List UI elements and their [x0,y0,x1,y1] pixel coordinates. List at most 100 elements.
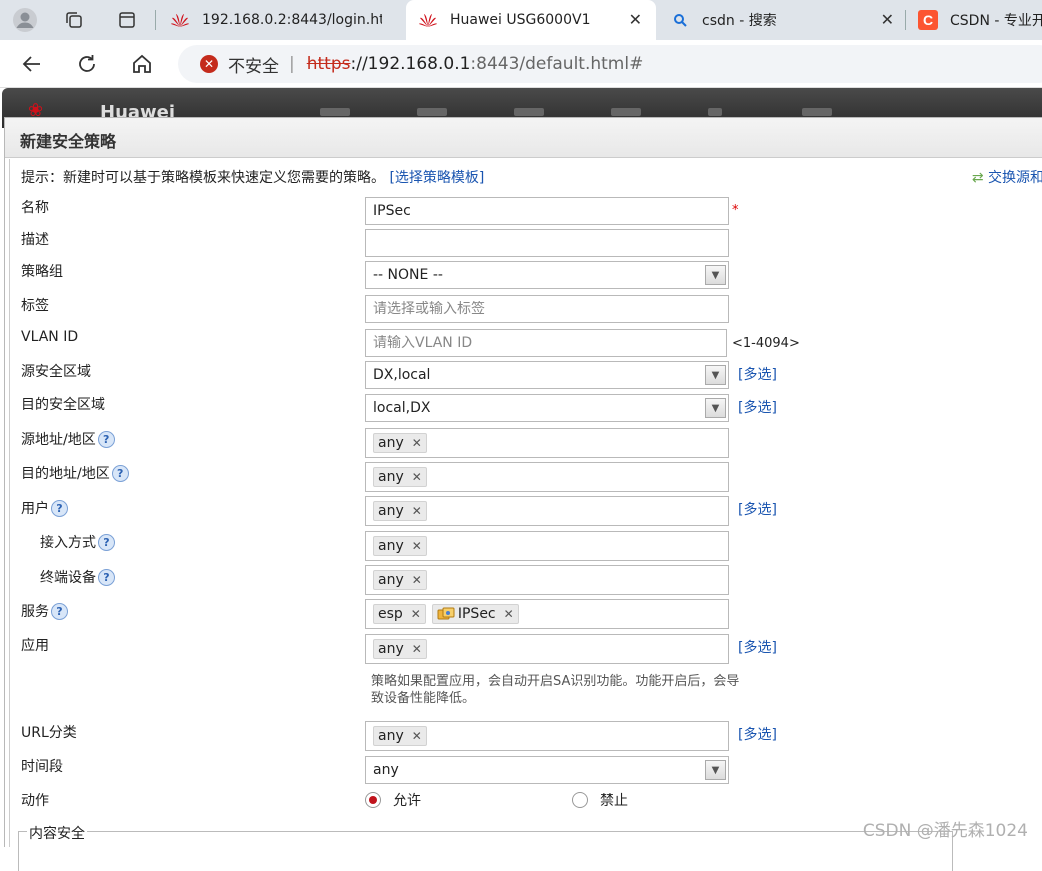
tag-text: any [378,728,404,744]
refresh-icon[interactable] [73,50,101,78]
access-mode-field[interactable]: any ✕ [365,531,729,561]
chevron-down-icon[interactable]: ▼ [705,365,726,385]
user-field[interactable]: any✕ [365,496,729,526]
description-input[interactable] [373,235,728,251]
remove-icon[interactable]: ✕ [412,436,422,450]
description-field[interactable] [365,229,729,257]
application-multi-link[interactable]: [多选] [738,637,777,657]
nav-icon[interactable] [611,108,641,116]
huawei-icon [170,10,190,30]
vlan-range: <1-4094> [732,336,800,351]
tag-chip: any ✕ [373,433,427,453]
help-icon[interactable]: ? [98,534,115,551]
nav-icon[interactable] [708,108,722,116]
remove-icon[interactable]: ✕ [411,607,421,621]
dst-zone-value: local,DX [373,400,430,416]
url-host: ://192.168.0.1 [351,54,471,74]
security-label[interactable]: 不安全 [228,52,279,77]
help-icon[interactable]: ? [51,603,68,620]
home-icon[interactable] [128,50,156,78]
src-addr-label-text: 源地址/地区 [21,429,96,449]
remove-icon[interactable]: ✕ [412,573,422,587]
not-secure-icon[interactable]: ✕ [200,55,218,73]
url-category-multi-link[interactable]: [多选] [738,724,777,744]
help-icon[interactable]: ? [51,500,68,517]
tag-text: any [378,538,404,554]
remove-icon[interactable]: ✕ [412,729,422,743]
action-deny-radio[interactable]: 禁止 [572,790,628,810]
workspaces-icon[interactable] [60,6,88,34]
tag-input[interactable] [373,301,728,317]
time-range-value: any [373,762,399,778]
src-addr-label: 源地址/地区 ? [21,429,115,449]
help-icon[interactable]: ? [98,431,115,448]
radio-label: 允许 [393,790,421,810]
dst-zone-multi-link[interactable]: [多选] [738,397,777,417]
terminal-field[interactable]: any✕ [365,565,729,595]
nav-icon[interactable] [802,108,832,116]
tag-text: any [378,469,404,485]
tab-csdn-search[interactable]: csdn - 搜索 ✕ [658,0,904,40]
chevron-down-icon[interactable]: ▼ [705,398,726,418]
nav-icon[interactable] [320,108,350,116]
dst-zone-select[interactable]: local,DX ▼ [365,394,729,422]
chevron-down-icon[interactable]: ▼ [705,265,726,285]
nav-icon[interactable] [417,108,447,116]
url-path: :8443/default.html# [470,54,643,74]
tab-close-icon[interactable]: ✕ [881,10,894,29]
remove-icon[interactable]: ✕ [412,470,422,484]
time-range-select[interactable]: any ▼ [365,756,729,784]
tab-title: csdn - 搜索 [702,10,892,30]
src-zone-multi-link[interactable]: [多选] [738,364,777,384]
tip-text: 提示：新建时可以基于策略模板来快速定义您需要的策略。 [21,170,385,186]
terminal-label-text: 终端设备 [40,567,96,587]
radio-unselected-icon[interactable] [572,792,588,808]
src-zone-value: DX,local [373,367,430,383]
remove-icon[interactable]: ✕ [412,642,422,656]
profile-icon[interactable] [11,6,39,34]
remove-icon[interactable]: ✕ [412,539,422,553]
radio-selected-icon[interactable] [365,792,381,808]
url-field[interactable]: ✕ 不安全 | https ://192.168.0.1 :8443/defau… [178,45,1042,83]
service-label-text: 服务 [21,601,49,621]
tip-line: 提示：新建时可以基于策略模板来快速定义您需要的策略。 [选择策略模板] [21,167,484,187]
dst-addr-field[interactable]: any ✕ [365,462,729,492]
browser-tab-bar: 192.168.0.2:8443/login.html Huawei USG60… [0,0,1042,40]
tab-login[interactable]: 192.168.0.2:8443/login.html [158,0,404,40]
name-field[interactable] [365,197,729,225]
svg-text:C: C [923,12,933,28]
tag-text: any [378,435,404,451]
select-template-link[interactable]: [选择策略模板] [389,170,484,186]
tag-field[interactable] [365,295,729,323]
tab-csdn[interactable]: C CSDN - 专业开 [906,0,1042,40]
src-addr-field[interactable]: any ✕ [365,428,729,458]
tag-chip: esp✕ [373,604,426,624]
chevron-down-icon[interactable]: ▼ [705,760,726,780]
remove-icon[interactable]: ✕ [412,504,422,518]
watermark: CSDN @潘先森1024 [863,816,1028,841]
tag-text: IPSec [458,606,496,622]
action-permit-radio[interactable]: 允许 [365,790,421,810]
tab-huawei-usg[interactable]: Huawei USG6000V1 ✕ [406,0,656,40]
policy-group-select[interactable]: -- NONE -- ▼ [365,261,729,289]
tag-chip: any ✕ [373,726,427,746]
back-icon[interactable] [18,50,46,78]
help-icon[interactable]: ? [98,569,115,586]
dialog-title: 新建安全策略 [5,118,1042,158]
src-zone-select[interactable]: DX,local ▼ [365,361,729,389]
application-field[interactable]: any✕ [365,634,729,664]
new-security-policy-dialog: 新建安全策略 提示：新建时可以基于策略模板来快速定义您需要的策略。 [选择策略模… [4,117,1042,847]
vlan-input[interactable] [373,335,726,351]
service-label: 服务 ? [21,601,68,621]
tab-actions-icon[interactable] [113,6,141,34]
tab-close-icon[interactable]: ✕ [629,10,642,29]
swap-src-dst-button[interactable]: ⇄ 交换源和 [972,167,1042,187]
remove-icon[interactable]: ✕ [504,607,514,621]
vlan-field[interactable] [365,329,727,357]
nav-icon[interactable] [514,108,544,116]
user-multi-link[interactable]: [多选] [738,499,777,519]
help-icon[interactable]: ? [112,465,129,482]
name-input[interactable] [373,203,728,219]
service-field[interactable]: esp✕ IPSec ✕ [365,599,729,629]
url-category-field[interactable]: any ✕ [365,721,729,751]
